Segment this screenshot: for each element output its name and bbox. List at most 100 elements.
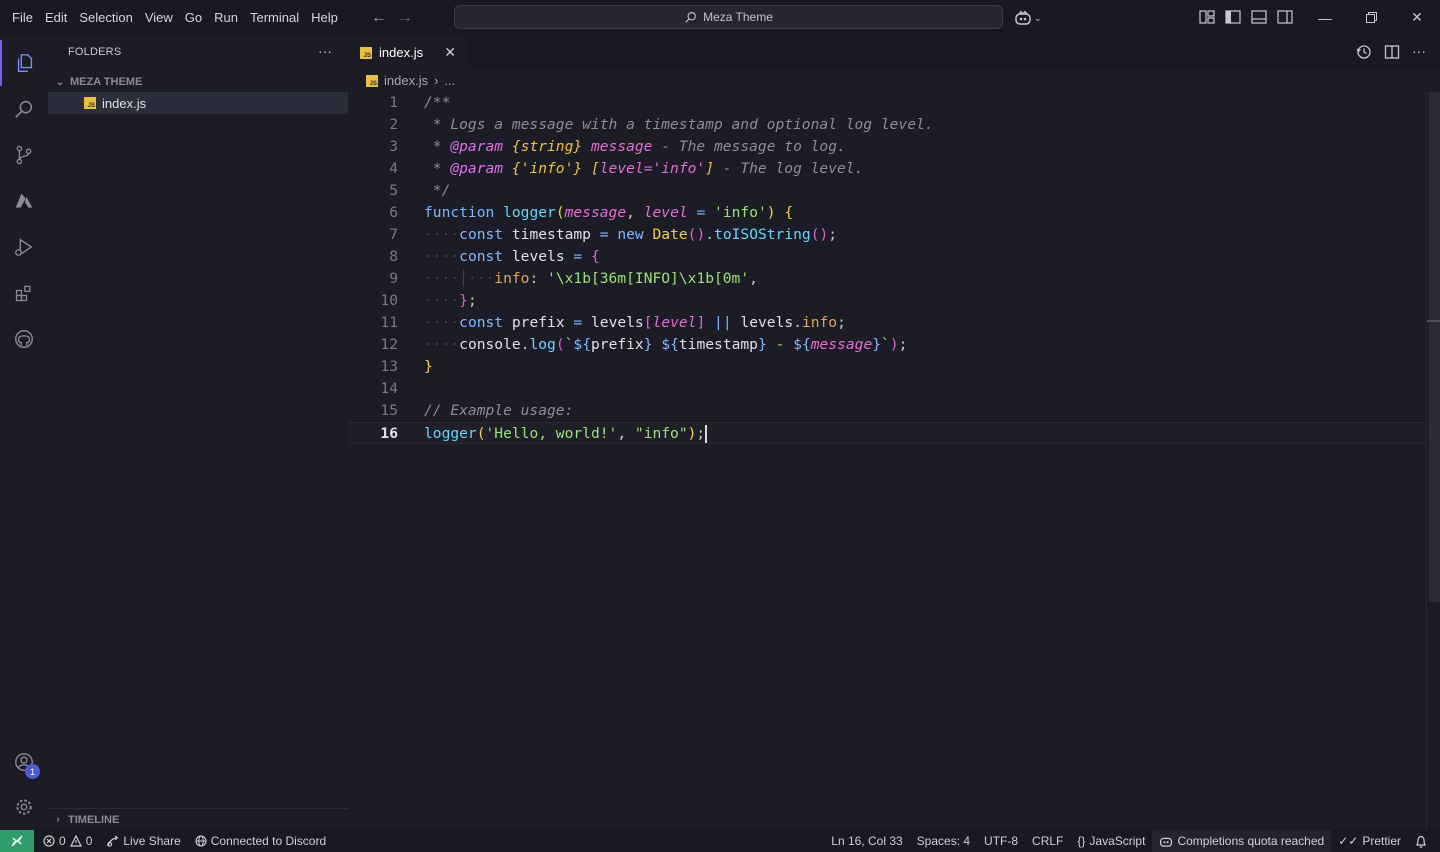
copilot-menu-button[interactable]: ⌄ (1014, 8, 1048, 28)
vertical-scrollbar[interactable] (1426, 92, 1440, 830)
code-text: // Example usage: (424, 402, 574, 419)
split-editor-icon[interactable] (1384, 44, 1400, 63)
status-left: 0 0 Live Share Connected to Discord (34, 830, 333, 852)
code-text: } (424, 358, 433, 375)
folder-section-header[interactable]: ⌄ MEZA THEME (48, 72, 348, 92)
notifications-button[interactable] (1408, 830, 1434, 852)
discord-label: Connected to Discord (210, 834, 327, 848)
code-line: 11 ····const prefix = levels[level] || le… (348, 312, 1426, 334)
language-mode[interactable]: {} JavaScript (1070, 830, 1152, 852)
github-icon[interactable] (0, 316, 48, 362)
code-text: /** (424, 94, 451, 111)
status-bar: 0 0 Live Share Connected to Discord Ln 1… (0, 830, 1440, 852)
code-text: ····│···info: '\x1b[36m[INFO]\x1b[0m', (424, 270, 758, 287)
back-arrow-icon[interactable]: ← (366, 9, 392, 27)
source-control-icon[interactable] (0, 132, 48, 178)
settings-icon[interactable] (0, 784, 48, 830)
error-icon (43, 835, 55, 847)
code-line: 6 function logger(message, level = 'info'… (348, 202, 1426, 224)
customize-layout-icon[interactable] (1198, 8, 1216, 26)
scrollbar-thumb[interactable] (1429, 92, 1440, 602)
encoding[interactable]: UTF-8 (977, 830, 1025, 852)
search-icon[interactable] (0, 86, 48, 132)
warning-count: 0 (85, 834, 93, 848)
tab-index-js[interactable]: JS index.js ✕ (348, 35, 466, 70)
line-number: 12 (380, 336, 398, 353)
run-debug-icon[interactable] (0, 224, 48, 270)
line-number: 8 (389, 248, 398, 265)
toggle-secondary-sidebar-icon[interactable] (1276, 8, 1294, 26)
close-icon[interactable]: ✕ (444, 44, 456, 61)
explorer-icon[interactable] (0, 40, 48, 86)
copilot-icon (1160, 837, 1173, 847)
code-line: 15 // Example usage: (348, 400, 1426, 422)
code-text: ····}; (424, 292, 477, 309)
live-share-button[interactable]: Live Share (99, 830, 187, 852)
globe-icon (195, 835, 207, 847)
code-line: 10 ····}; (348, 290, 1426, 312)
remote-icon (11, 835, 23, 847)
menu-file[interactable]: File (6, 0, 39, 35)
code-editor[interactable]: 1 /** 2 * Logs a message with a timestamp… (348, 92, 1426, 444)
extensions-icon[interactable] (0, 270, 48, 316)
line-number: 5 (389, 182, 398, 199)
menu-edit[interactable]: Edit (39, 0, 73, 35)
indentation[interactable]: Spaces: 4 (910, 830, 977, 852)
command-center-search[interactable]: Meza Theme (454, 5, 1003, 29)
code-line: 7 ····const timestamp = new Date().toISOS… (348, 224, 1426, 246)
minimize-icon[interactable]: — (1302, 0, 1348, 35)
toggle-primary-sidebar-icon[interactable] (1224, 8, 1242, 26)
sidebar-title: FOLDERS (68, 46, 122, 58)
code-line: 2 * Logs a message with a timestamp and … (348, 114, 1426, 136)
scrollbar-cursor-marker (1427, 320, 1440, 322)
code-line: 9 ····│···info: '\x1b[36m[INFO]\x1b[0m', (348, 268, 1426, 290)
copilot-status[interactable]: Completions quota reached (1152, 830, 1332, 852)
check-icon: ✓✓ (1338, 834, 1359, 848)
breadcrumb-more[interactable]: ... (444, 73, 455, 88)
code-text: * @param {string} message - The message … (424, 138, 846, 155)
end-of-line[interactable]: CRLF (1025, 830, 1070, 852)
cursor-position[interactable]: Ln 16, Col 33 (824, 830, 909, 852)
tab-bar: JS index.js ✕ ··· (348, 35, 1440, 70)
language-label: JavaScript (1089, 834, 1146, 848)
timeline-history-icon[interactable] (1356, 44, 1372, 63)
more-actions-icon[interactable]: ··· (1412, 44, 1426, 63)
code-line: 1 /** (348, 92, 1426, 114)
chevron-right-icon: › (56, 814, 60, 825)
live-share-icon (107, 834, 119, 847)
code-text: ····const timestamp = new Date().toISOSt… (424, 226, 838, 243)
close-window-icon[interactable]: ✕ (1394, 0, 1440, 35)
menu-go[interactable]: Go (179, 0, 208, 35)
problems-indicator[interactable]: 0 0 (36, 830, 99, 852)
copilot-icon (1015, 10, 1031, 25)
menu-run[interactable]: Run (208, 0, 244, 35)
line-number: 6 (389, 204, 398, 221)
line-number: 4 (389, 160, 398, 177)
file-tree-item[interactable]: JS index.js (48, 92, 348, 114)
code-line-current: 16 logger('Hello, world!', "info"); (348, 422, 1426, 444)
prettier-status[interactable]: ✓✓ Prettier (1331, 830, 1408, 852)
breadcrumb-file[interactable]: index.js (384, 73, 428, 88)
line-number: 2 (389, 116, 398, 133)
code-text: */ (424, 182, 451, 199)
forward-arrow-icon[interactable]: → (392, 9, 418, 27)
navigation-arrows: ← → (366, 9, 418, 27)
copilot-label: Completions quota reached (1177, 834, 1325, 848)
discord-status[interactable]: Connected to Discord (188, 830, 333, 852)
menu-view[interactable]: View (139, 0, 179, 35)
remote-indicator[interactable] (0, 830, 34, 852)
menu-help[interactable]: Help (305, 0, 344, 35)
restore-icon[interactable] (1348, 0, 1394, 35)
line-number: 13 (380, 358, 398, 375)
window-controls: — ✕ (1302, 0, 1440, 35)
menu-selection[interactable]: Selection (73, 0, 138, 35)
toggle-panel-icon[interactable] (1250, 8, 1268, 26)
azure-icon[interactable] (0, 178, 48, 224)
timeline-section-header[interactable]: › TIMELINE (48, 808, 348, 830)
command-center-label: Meza Theme (703, 10, 773, 24)
title-bar: File Edit Selection View Go Run Terminal… (0, 0, 1440, 35)
menu-terminal[interactable]: Terminal (244, 0, 305, 35)
account-icon[interactable]: 1 (0, 739, 48, 785)
line-number: 16 (380, 425, 398, 442)
more-actions-icon[interactable]: ··· (318, 43, 332, 59)
